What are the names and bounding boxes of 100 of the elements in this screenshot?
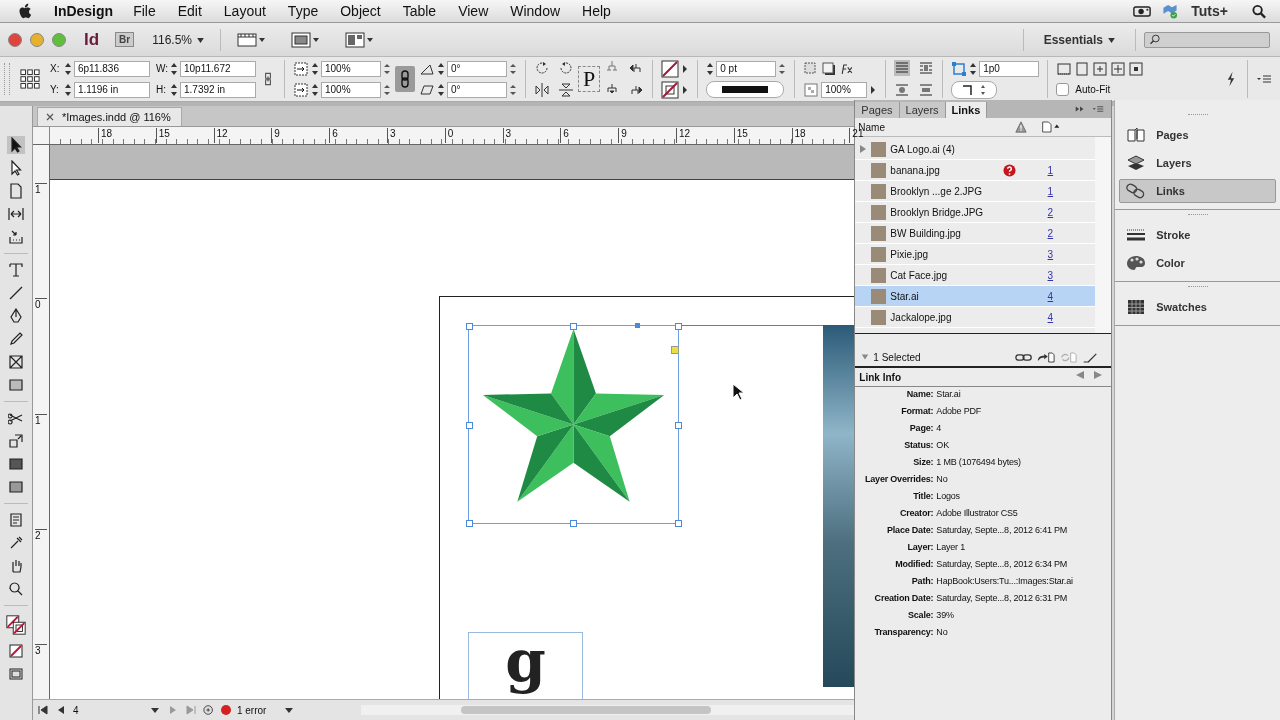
resize-handle[interactable] — [570, 520, 578, 527]
fill-stroke-icon[interactable] — [4, 613, 28, 637]
flip-vertical-icon[interactable] — [558, 82, 574, 98]
stroke-weight-field[interactable]: 0 pt — [716, 60, 777, 77]
fit-frame-icon[interactable] — [1092, 60, 1109, 77]
menu-item[interactable]: Type — [287, 3, 319, 19]
scale-field[interactable]: 100% — [321, 81, 381, 98]
menu-item[interactable]: Layout — [223, 3, 266, 19]
warning-icon[interactable] — [1015, 121, 1028, 133]
page-link[interactable]: 2 — [1047, 206, 1054, 218]
wrap-object-shape-icon[interactable] — [894, 82, 911, 98]
shadow-square-icon[interactable] — [821, 60, 838, 77]
line-tool-icon[interactable] — [7, 284, 25, 302]
zoom-tool-icon[interactable] — [7, 580, 25, 598]
dropdown-icon[interactable] — [509, 61, 517, 76]
resize-handle[interactable] — [465, 421, 473, 429]
stroke-panel-button[interactable]: Stroke — [1119, 223, 1276, 247]
link-row[interactable]: Pixie.jpg 3 — [855, 244, 1096, 265]
note-tool-icon[interactable] — [7, 511, 25, 529]
scale-field[interactable]: 100% — [321, 60, 381, 77]
page-number-field[interactable]: 4 — [72, 704, 143, 716]
link-row[interactable]: BW Building.jpg 2 — [855, 223, 1096, 244]
gradient-tool-icon[interactable] — [7, 455, 25, 473]
transform-tool-icon[interactable] — [7, 432, 25, 450]
bridge-button[interactable]: Br — [115, 32, 135, 47]
collapse-triangle-icon[interactable] — [861, 352, 870, 362]
flip-horizontal-icon[interactable] — [534, 82, 550, 98]
stepper-icon[interactable] — [311, 61, 319, 76]
fit-proportional-icon[interactable] — [1110, 60, 1127, 77]
resize-handle[interactable] — [674, 421, 682, 429]
rotate-clockwise-icon[interactable] — [534, 60, 550, 76]
color-panel-button[interactable]: Color — [1119, 251, 1276, 275]
content-collector-icon[interactable] — [7, 228, 25, 246]
links-panel-button[interactable]: Links — [1119, 179, 1276, 203]
dropdown-icon[interactable] — [509, 82, 517, 97]
fill-frame-icon[interactable] — [1056, 60, 1073, 77]
zoom-window-button[interactable] — [52, 32, 66, 47]
page-link[interactable]: 3 — [1047, 248, 1054, 260]
apple-logo-icon[interactable] — [18, 2, 34, 20]
stepper-icon[interactable] — [64, 82, 72, 97]
dimension-field[interactable]: 10p11.672 — [180, 60, 256, 77]
resize-handle[interactable] — [570, 323, 578, 330]
constrain-scale-button[interactable] — [395, 66, 415, 92]
stepper-icon[interactable] — [437, 61, 445, 76]
page-link[interactable]: 1 — [1047, 164, 1054, 176]
link-row[interactable]: Brooklyn Bridge.JPG 2 — [855, 202, 1096, 223]
menu-item[interactable]: Edit — [177, 3, 202, 19]
stroke-type-dropdown[interactable] — [706, 81, 785, 98]
vertical-scrollbar[interactable] — [1095, 137, 1112, 333]
stepper-icon[interactable] — [170, 61, 178, 76]
arrange-documents-icon[interactable] — [345, 31, 376, 48]
panel-menu-icon[interactable] — [1092, 104, 1105, 114]
search-icon[interactable] — [1250, 3, 1268, 19]
preflight-status-text[interactable]: 1 error — [236, 704, 277, 716]
type-tool-icon[interactable] — [7, 261, 25, 279]
app-name-menu[interactable]: InDesign — [54, 3, 114, 19]
dropdown-icon[interactable] — [383, 61, 391, 76]
zoom-level-dropdown[interactable]: 116.5% — [152, 32, 205, 47]
screen-mode-icon[interactable] — [291, 31, 322, 48]
page-link[interactable]: 1 — [1047, 185, 1054, 197]
edit-original-icon[interactable] — [1081, 351, 1100, 363]
page-link[interactable]: 4 — [1047, 311, 1054, 323]
link-row[interactable]: GA Logo.ai (4) — [855, 139, 1096, 160]
gap-tool-icon[interactable] — [7, 205, 25, 223]
link-row[interactable]: Jackalope.jpg 4 — [855, 307, 1096, 328]
stroke-none-swatch-icon[interactable] — [661, 80, 680, 99]
status-menu-label[interactable]: Tuts+ — [1191, 3, 1228, 19]
pencil-tool-icon[interactable] — [7, 330, 25, 348]
workspace-dropdown[interactable]: Essentials — [1031, 32, 1127, 47]
menu-item[interactable]: File — [133, 3, 156, 19]
resize-handle[interactable] — [465, 323, 473, 330]
menu-item[interactable]: Table — [402, 3, 437, 19]
resize-handle[interactable] — [674, 323, 682, 330]
panel-tab[interactable]: Links — [945, 102, 988, 118]
stepper-icon[interactable] — [437, 82, 445, 97]
stepper-icon[interactable] — [64, 61, 72, 76]
selection-tool-icon[interactable] — [7, 136, 25, 154]
relink-icon[interactable] — [1015, 351, 1034, 363]
search-field[interactable] — [1144, 31, 1270, 48]
stepper-icon[interactable] — [311, 82, 319, 97]
corner-size-field[interactable]: 1p0 — [979, 60, 1040, 77]
corner-shape-dropdown[interactable] — [951, 80, 998, 99]
first-page-icon[interactable] — [36, 704, 49, 716]
rectangle-tool-icon[interactable] — [7, 376, 25, 394]
camera-icon[interactable] — [1133, 3, 1152, 19]
layers-panel-button[interactable]: Layers — [1119, 151, 1276, 175]
panel-tab[interactable]: Pages — [855, 102, 900, 118]
fit-content-icon[interactable] — [1074, 60, 1091, 77]
page-link[interactable]: 3 — [1047, 269, 1054, 281]
fill-none-swatch-icon[interactable] — [661, 59, 680, 78]
panel-tab[interactable]: Layers — [899, 102, 946, 118]
preflight-icon[interactable] — [202, 704, 215, 716]
dimension-field[interactable]: 1.1196 in — [74, 81, 150, 98]
link-row[interactable]: Brooklyn ...ge 2.JPG 1 — [855, 181, 1096, 202]
expand-triangle-icon[interactable] — [859, 144, 868, 154]
swatches-panel-button[interactable]: Swatches — [1119, 295, 1276, 319]
view-options-icon[interactable] — [237, 31, 268, 48]
auto-fit-checkbox[interactable] — [1056, 83, 1070, 96]
angle-field[interactable]: 0° — [447, 60, 507, 77]
angle-field[interactable]: 0° — [447, 81, 507, 98]
